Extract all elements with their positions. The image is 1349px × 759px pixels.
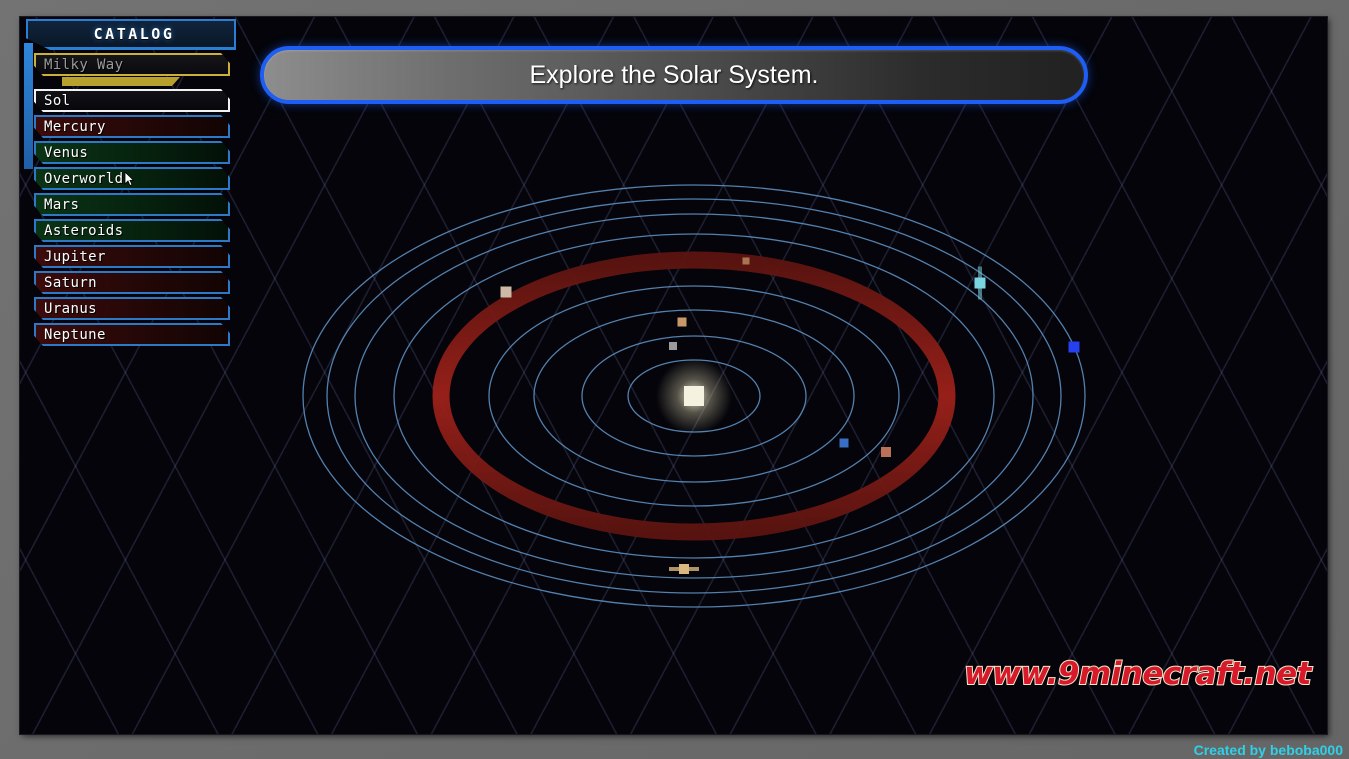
catalog-header: CATALOG bbox=[26, 19, 236, 50]
body-neptune[interactable] bbox=[1068, 341, 1080, 353]
catalog-item-label: Mars bbox=[44, 196, 80, 213]
mouse-cursor-icon bbox=[124, 172, 134, 186]
catalog-item-label: Mercury bbox=[44, 118, 106, 135]
catalog-item-sol[interactable]: Sol bbox=[34, 89, 230, 112]
body-asteroid[interactable] bbox=[742, 257, 750, 265]
body-mars[interactable] bbox=[881, 447, 891, 457]
catalog-sidebar[interactable]: CATALOG Milky Way Sol Mercury Venus Overworl… bbox=[24, 19, 240, 346]
planet-marker[interactable] bbox=[742, 257, 750, 265]
catalog-item-overworld[interactable]: Overworld bbox=[34, 167, 230, 190]
catalog-item-label: Venus bbox=[44, 144, 89, 161]
planet-marker[interactable] bbox=[679, 564, 689, 574]
catalog-item-mars[interactable]: Mars bbox=[34, 193, 230, 216]
body-sol[interactable] bbox=[684, 386, 704, 406]
catalog-left-rail bbox=[24, 43, 33, 169]
author-watermark: Created by beboba000 bbox=[1193, 742, 1343, 758]
catalog-item-label: Overworld bbox=[44, 170, 124, 187]
catalog-item-label: Milky Way bbox=[44, 56, 124, 73]
planet-marker[interactable] bbox=[669, 342, 677, 350]
catalog-item-mercury[interactable]: Mercury bbox=[34, 115, 230, 138]
planet-marker[interactable] bbox=[1068, 341, 1080, 353]
body-venus[interactable] bbox=[677, 317, 687, 327]
body-mercury[interactable] bbox=[669, 342, 677, 350]
catalog-header-title: CATALOG bbox=[93, 25, 175, 43]
banner-title: Explore the Solar System. bbox=[529, 60, 819, 89]
app-window: Explore the Solar System. CATALOG Milky … bbox=[0, 0, 1349, 759]
planet-marker[interactable] bbox=[839, 438, 849, 448]
catalog-item-asteroids[interactable]: Asteroids bbox=[34, 219, 230, 242]
catalog-item-neptune[interactable]: Neptune bbox=[34, 323, 230, 346]
catalog-item-label: Sol bbox=[44, 92, 71, 109]
catalog-item-label: Asteroids bbox=[44, 222, 124, 239]
planet-marker[interactable] bbox=[881, 447, 891, 457]
body-overworld[interactable] bbox=[839, 438, 849, 448]
planet-marker[interactable] bbox=[974, 277, 986, 289]
catalog-item-saturn[interactable]: Saturn bbox=[34, 271, 230, 294]
planet-marker[interactable] bbox=[500, 286, 512, 298]
catalog-item-label: Neptune bbox=[44, 326, 106, 343]
galaxy-connector-bar bbox=[62, 77, 180, 86]
catalog-item-venus[interactable]: Venus bbox=[34, 141, 230, 164]
catalog-item-list[interactable]: Milky Way Sol Mercury Venus Overworld Mars Ast… bbox=[24, 53, 240, 346]
star-sol[interactable] bbox=[656, 358, 732, 434]
site-watermark: www.9minecraft.net bbox=[963, 655, 1312, 693]
planet-marker[interactable] bbox=[677, 317, 687, 327]
body-jupiter[interactable] bbox=[500, 286, 512, 298]
body-saturn[interactable] bbox=[669, 564, 699, 574]
catalog-item-label: Saturn bbox=[44, 274, 97, 291]
catalog-item-label: Uranus bbox=[44, 300, 97, 317]
banner-panel: Explore the Solar System. bbox=[260, 46, 1088, 104]
game-viewport: Explore the Solar System. CATALOG Milky … bbox=[20, 17, 1327, 734]
catalog-item-uranus[interactable]: Uranus bbox=[34, 297, 230, 320]
catalog-item-milky-way[interactable]: Milky Way bbox=[34, 53, 230, 76]
catalog-item-label: Jupiter bbox=[44, 248, 106, 265]
catalog-item-jupiter[interactable]: Jupiter bbox=[34, 245, 230, 268]
